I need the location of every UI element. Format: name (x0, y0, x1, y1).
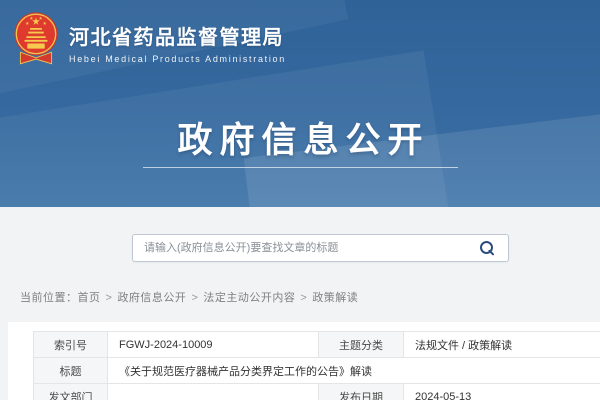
search-box (132, 234, 509, 262)
table-row-index: 索引号 FGWJ-2024-10009 主题分类 法规文件 / 政策解读 (34, 332, 600, 358)
field-label-topic-category: 主题分类 (319, 332, 404, 358)
site-logo[interactable]: 河北省药品监督管理局 Hebei Medical Products Admini… (13, 11, 286, 77)
site-title: 河北省药品监督管理局 (69, 25, 286, 51)
site-subtitle: Hebei Medical Products Administration (69, 54, 286, 64)
breadcrumb-separator: > (191, 292, 198, 304)
field-value-title: 《关于规范医疗器械产品分类界定工作的公告》解读 (108, 358, 600, 384)
search-input[interactable] (133, 235, 480, 261)
breadcrumb-separator: > (300, 292, 307, 304)
field-value-issuing-department (108, 384, 319, 400)
page-title: 政府信息公开 (0, 112, 600, 163)
field-label-issuing-department: 发文部门 (34, 384, 108, 400)
table-row-title: 标题 《关于规范医疗器械产品分类界定工作的公告》解读 (34, 358, 600, 384)
search-icon[interactable] (480, 240, 496, 256)
field-value-index-number: FGWJ-2024-10009 (108, 332, 319, 358)
national-emblem-icon (13, 11, 59, 77)
document-info-card: 索引号 FGWJ-2024-10009 主题分类 法规文件 / 政策解读 标题 … (8, 322, 600, 400)
field-label-index-number: 索引号 (34, 332, 108, 358)
page: 河北省药品监督管理局 Hebei Medical Products Admini… (0, 0, 600, 400)
breadcrumb-item-policy-interpretation[interactable]: 政策解读 (312, 292, 358, 304)
field-value-topic-category: 法规文件 / 政策解读 (404, 332, 600, 358)
table-row-department-date: 发文部门 发布日期 2024-05-13 (34, 384, 600, 400)
document-info-table: 索引号 FGWJ-2024-10009 主题分类 法规文件 / 政策解读 标题 … (33, 331, 600, 400)
breadcrumb-item-info-disclosure[interactable]: 政府信息公开 (117, 292, 186, 304)
breadcrumb: 当前位置：首页 > 政府信息公开 > 法定主动公开内容 > 政策解读 (20, 289, 358, 305)
field-label-title: 标题 (34, 358, 108, 384)
breadcrumb-item-statutory-disclosure[interactable]: 法定主动公开内容 (203, 292, 295, 304)
breadcrumb-item-home[interactable]: 首页 (78, 292, 101, 304)
breadcrumb-separator: > (106, 292, 113, 304)
breadcrumb-label: 当前位置： (20, 292, 78, 304)
hero-banner: 河北省药品监督管理局 Hebei Medical Products Admini… (0, 0, 600, 207)
title-underline (143, 167, 458, 168)
field-value-publish-date: 2024-05-13 (404, 384, 600, 400)
site-title-block: 河北省药品监督管理局 Hebei Medical Products Admini… (69, 25, 286, 64)
field-label-publish-date: 发布日期 (319, 384, 404, 400)
